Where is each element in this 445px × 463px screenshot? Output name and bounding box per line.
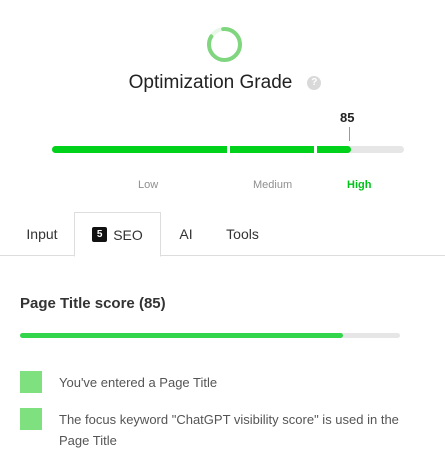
check-status-icon <box>20 371 42 393</box>
tab-tools-label: Tools <box>226 226 259 242</box>
tab-input[interactable]: Input <box>14 212 70 256</box>
grade-level-high: High <box>347 179 372 191</box>
check-item: You've entered a Page Title <box>20 371 410 393</box>
grade-level-low: Low <box>138 179 159 191</box>
grade-segment-divider <box>314 145 317 154</box>
check-item: The focus keyword "ChatGPT visibility sc… <box>20 408 410 451</box>
page-title-score-bar <box>20 333 400 338</box>
tab-tools[interactable]: Tools <box>215 212 270 256</box>
tab-ai-label: AI <box>179 226 193 242</box>
grade-level-medium: Medium <box>253 179 293 191</box>
grade-title-row: Optimization Grade ? <box>0 72 445 94</box>
check-item-text: You've entered a Page Title <box>59 375 218 390</box>
tab-seo-label: SEO <box>113 226 143 243</box>
page-title-score-heading: Page Title score (85) <box>20 295 166 312</box>
grade-progress-fill <box>52 146 352 153</box>
tab-input-label: Input <box>26 226 58 242</box>
grade-progress-bar <box>52 145 404 154</box>
page-title-score-fill <box>20 333 343 338</box>
check-status-icon <box>20 408 42 430</box>
grade-segment-divider <box>227 145 230 154</box>
grade-score-value: 85 <box>340 110 355 125</box>
tab-seo-badge: 5 <box>92 227 108 242</box>
question-circle-icon[interactable]: ? <box>307 76 322 90</box>
grade-title: Optimization Grade <box>128 72 293 93</box>
tab-ai[interactable]: AI <box>166 212 206 256</box>
check-item-text: The focus keyword "ChatGPT visibility sc… <box>59 412 399 448</box>
grade-ring-icon <box>207 27 242 62</box>
optimization-panel: Optimization Grade ? 85 Low Medium High … <box>0 0 445 463</box>
grade-score-marker <box>349 127 350 141</box>
tab-seo[interactable]: 5 SEO <box>74 212 161 257</box>
tab-bar: Input 5 SEO AI Tools <box>0 212 445 257</box>
